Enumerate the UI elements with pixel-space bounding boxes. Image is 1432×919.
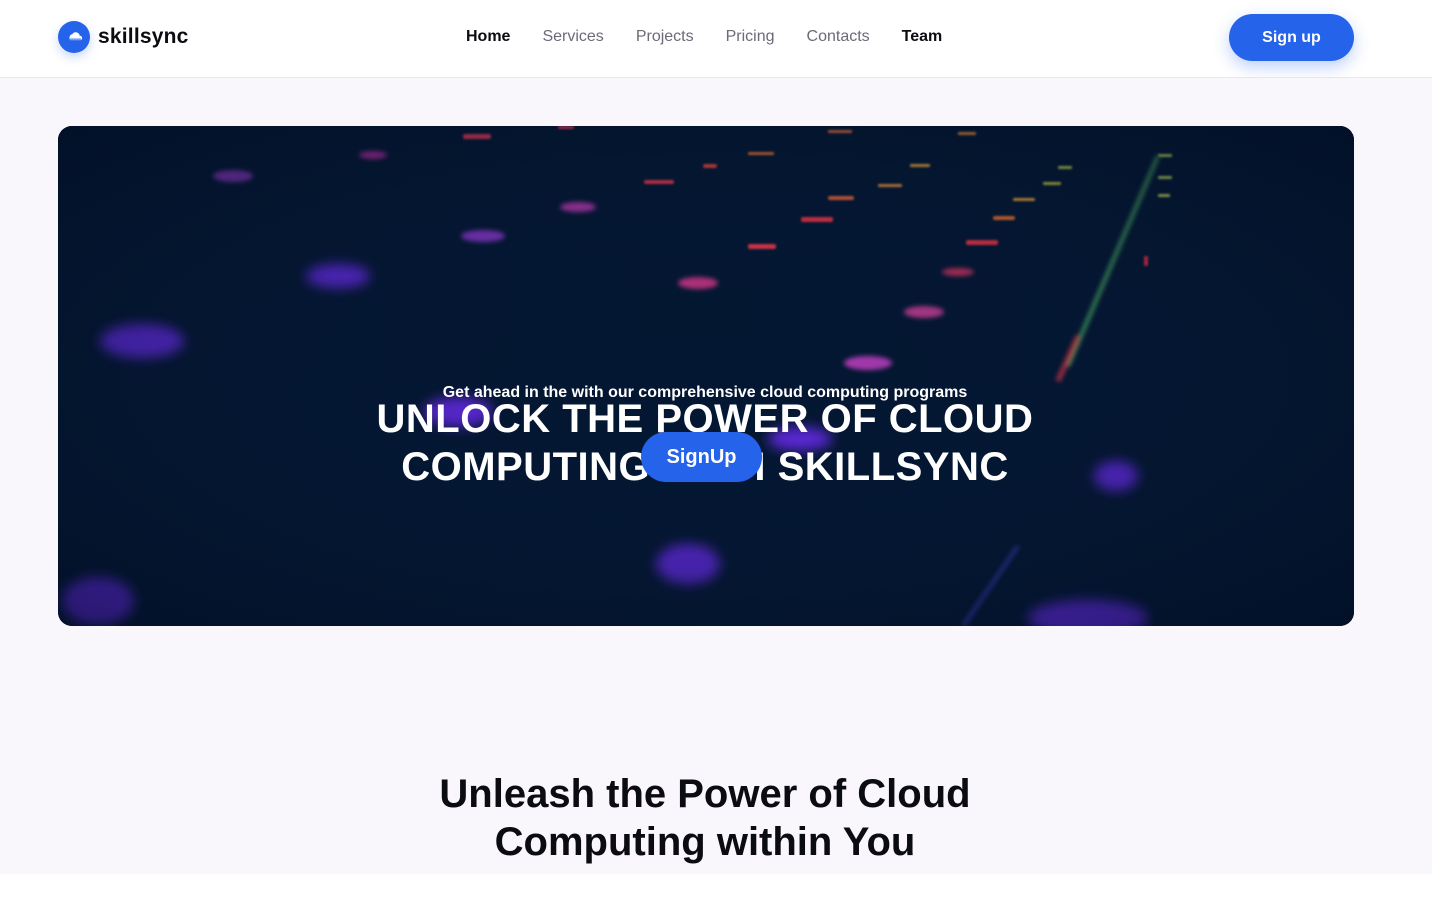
- section-title: Unleash the Power of Cloud Computing wit…: [0, 770, 1410, 866]
- nav-link-team[interactable]: Team: [902, 27, 943, 47]
- hero-background-image: [58, 126, 1354, 626]
- nav-link-services[interactable]: Services: [542, 27, 603, 47]
- page-bottom-edge: [0, 874, 1432, 919]
- nav-link-contacts[interactable]: Contacts: [807, 27, 870, 47]
- brand[interactable]: skillsync: [58, 21, 189, 53]
- top-navbar: skillsync Home Services Projects Pricing…: [0, 0, 1432, 78]
- section-title-line2: Computing within You: [494, 820, 916, 864]
- cloud-icon: [58, 21, 90, 53]
- nav-link-pricing[interactable]: Pricing: [726, 27, 775, 47]
- hero-banner: UNLOCK THE POWER OF CLOUD COMPUTING WITH…: [58, 126, 1354, 626]
- brand-name: skillsync: [98, 25, 189, 48]
- hero-subtitle: Get ahead in the with our comprehensive …: [442, 384, 968, 401]
- section-title-line1: Unleash the Power of Cloud: [439, 772, 971, 816]
- signup-button[interactable]: Sign up: [1229, 14, 1354, 61]
- hero-signup-button[interactable]: SignUp: [641, 432, 762, 482]
- nav-link-home[interactable]: Home: [466, 27, 510, 47]
- nav-link-projects[interactable]: Projects: [636, 27, 694, 47]
- main-nav: Home Services Projects Pricing Contacts …: [466, 27, 974, 47]
